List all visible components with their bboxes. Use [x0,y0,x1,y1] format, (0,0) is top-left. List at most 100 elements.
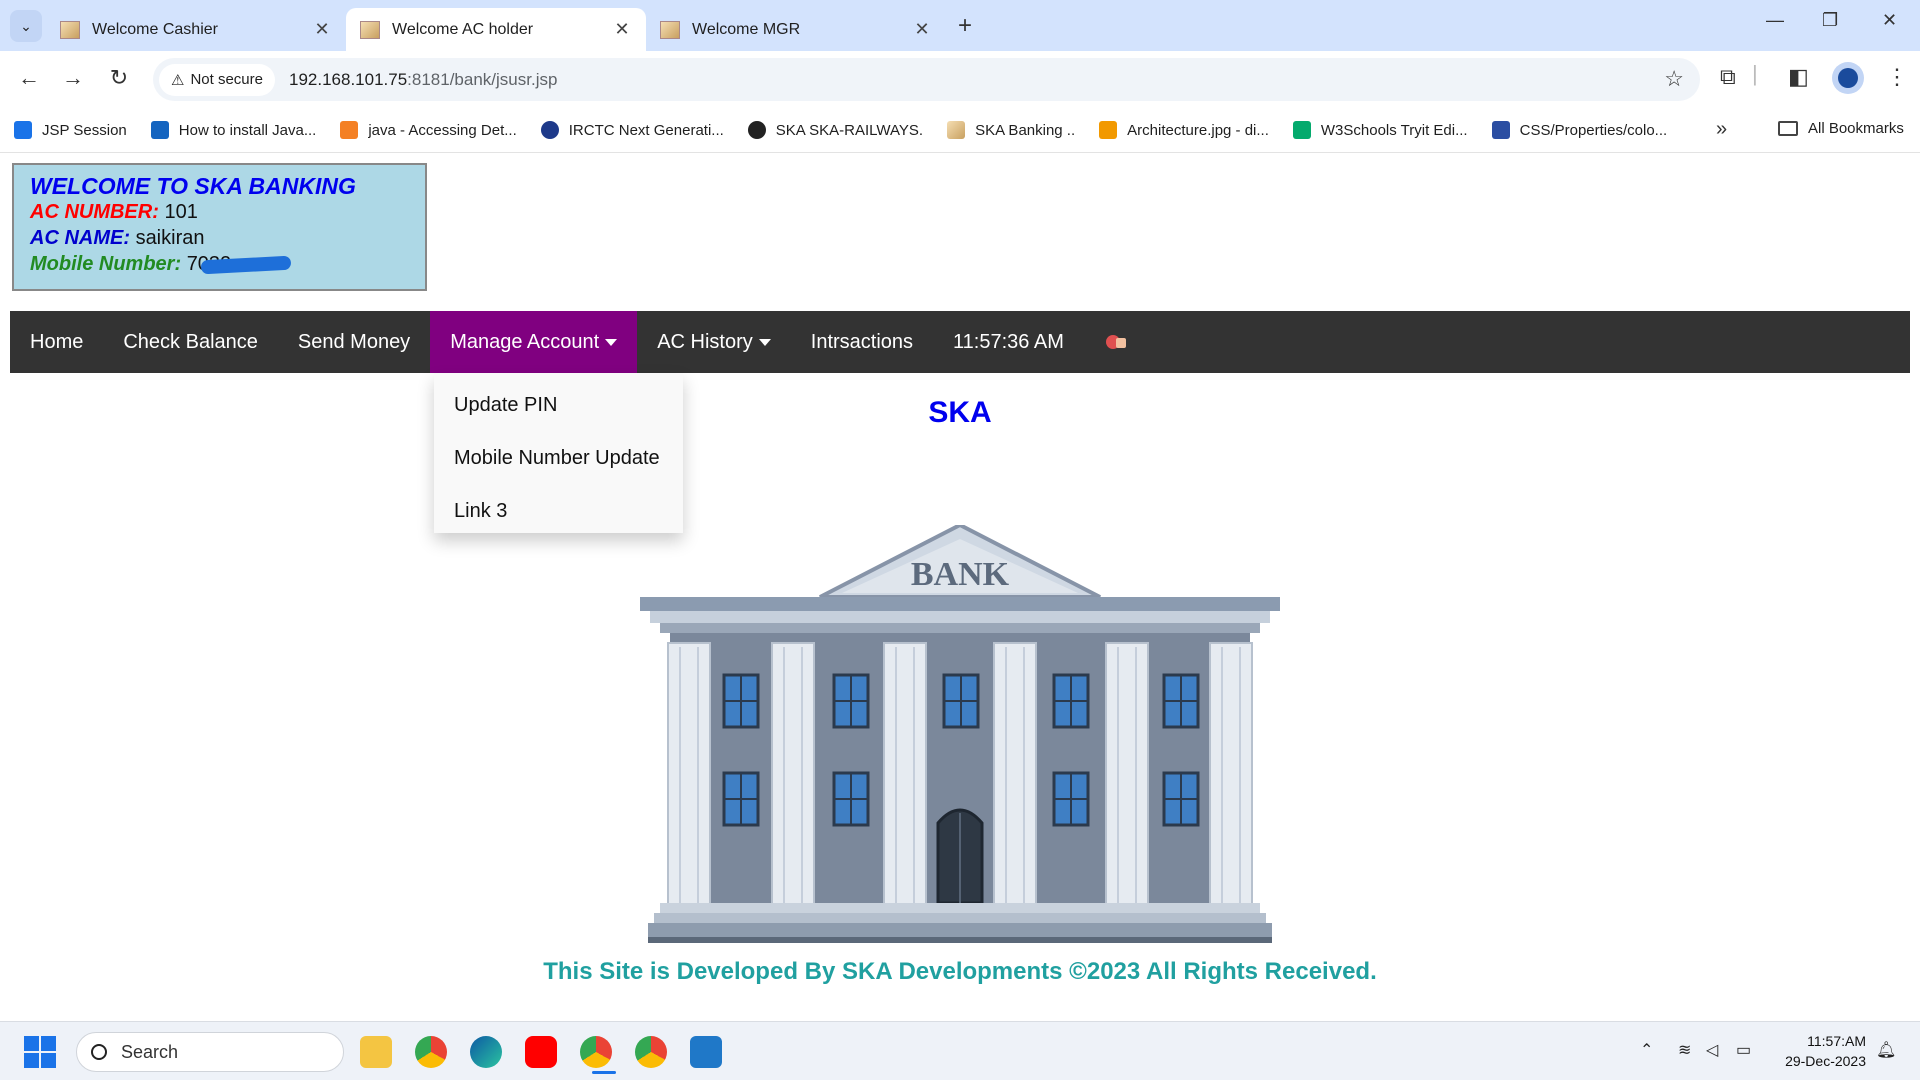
ac-number-value: 101 [164,201,198,223]
bookmark-label: CSS/Properties/colo... [1519,121,1668,139]
url-host: 192.168.101.75 [289,69,408,89]
menu-kebab-icon[interactable]: ⋮ [1886,64,1908,90]
all-bookmarks-label: All Bookmarks [1808,120,1904,137]
welcome-title: WELCOME TO SKA BANKING [30,173,356,199]
chrome-icon[interactable] [415,1036,447,1068]
bookmark-label: W3Schools Tryit Edi... [1320,121,1468,139]
bookmark-w3schools-tryit[interactable]: W3Schools Tryit Edi... [1292,121,1468,139]
ac-number-row: AC NUMBER: 101 [30,199,409,225]
chrome-profile-icon[interactable] [580,1036,612,1068]
bookmark-label: IRCTC Next Generati... [568,121,724,139]
bookmark-how-to-install-java[interactable]: How to install Java... [150,121,317,139]
bookmark-jsp-session[interactable]: JSP Session [14,121,127,139]
warning-triangle-icon: ⚠ [171,71,185,89]
nav-intrsactions[interactable]: Intrsactions [791,311,933,373]
youtube-icon[interactable] [525,1036,557,1068]
bookmarks-bar: JSP Session How to install Java... java … [0,108,1920,153]
active-app-indicator [592,1071,616,1074]
taskbar-clock[interactable]: 11:57:AM 29-Dec-2023 [1770,1031,1866,1071]
side-panel-icon[interactable]: ◧ [1788,64,1809,90]
tab-label: Welcome Cashier [92,20,218,38]
bookmark-star-icon[interactable]: ☆ [1664,66,1684,92]
bookmark-java-accessing[interactable]: java - Accessing Det... [340,121,517,139]
notepad-icon[interactable] [690,1036,722,1068]
bookmark-favicon-icon [14,121,32,139]
url-text[interactable]: 192.168.101.75:8181/bank/jsusr.jsp [289,70,557,90]
profile-avatar[interactable] [1832,62,1864,94]
file-explorer-icon[interactable] [360,1036,392,1068]
avatar-icon [1838,68,1858,88]
bookmark-irctc[interactable]: IRCTC Next Generati... [540,121,724,139]
taskbar-search[interactable]: Search [76,1032,344,1072]
bookmark-favicon-icon [540,121,559,139]
nav-manage-account[interactable]: Manage Account [430,311,638,373]
extensions-icon[interactable]: ⧉ [1720,64,1736,90]
security-chip[interactable]: ⚠ Not secure [159,63,275,96]
ac-name-value: saikiran [135,227,205,249]
notification-bell-icon[interactable]: 🔔︎ [1876,1040,1896,1060]
window-close-icon[interactable]: ✕ [1882,10,1897,31]
account-info-box: WELCOME TO SKA BANKING AC NUMBER: 101 AC… [12,163,427,291]
browser-toolbar: ← → ↻ ⚠ Not secure 192.168.101.75:8181/b… [0,51,1920,108]
minimize-icon[interactable]: — [1766,10,1784,31]
new-tab-button[interactable]: + [958,12,972,40]
all-bookmarks-button[interactable]: All Bookmarks [1778,120,1904,137]
ac-name-row: AC NAME: saikiran [30,225,409,251]
bookmark-ska-railways[interactable]: SKA SKA-RAILWAYS. [747,121,923,139]
back-arrow-icon[interactable]: ← [14,65,44,91]
nav-logout[interactable] [1084,311,1148,373]
page-content: WELCOME TO SKA BANKING AC NUMBER: 101 AC… [0,153,1920,1021]
windows-start-icon[interactable] [24,1036,56,1068]
close-icon[interactable]: ✕ [312,19,332,40]
tab-label: Welcome MGR [692,20,801,38]
edge-icon[interactable] [470,1036,502,1068]
bookmark-favicon-icon [1491,121,1510,139]
taskbar-search-label: Search [121,1041,179,1062]
tab-search-button[interactable]: ⌄ [10,10,42,42]
mobile-row: Mobile Number: 7032 [30,251,409,277]
ska-banking-favicon-icon [360,20,380,39]
tab-welcome-cashier[interactable]: Welcome Cashier ✕ [46,8,346,51]
nav-ac-history[interactable]: AC History [637,311,791,373]
security-chip-label: Not secure [190,71,263,88]
caret-down-icon [605,338,618,346]
ska-banking-favicon-icon [660,20,680,39]
volume-icon[interactable]: ◁ [1706,1040,1718,1060]
bookmark-css-properties[interactable]: CSS/Properties/colo... [1491,121,1668,139]
bookmark-favicon-icon [1099,121,1118,139]
bookmark-label: SKA Banking .. [975,121,1076,139]
nav-check-balance[interactable]: Check Balance [103,311,278,373]
nav-home[interactable]: Home [10,311,103,373]
tab-welcome-mgr[interactable]: Welcome MGR ✕ [646,8,946,51]
bookmark-favicon-icon [340,121,359,139]
chrome-second-profile-icon[interactable] [635,1036,667,1068]
tab-label: Welcome AC holder [392,20,534,38]
folder-icon [1778,121,1798,136]
close-icon[interactable]: ✕ [912,19,932,40]
tab-welcome-ac-holder[interactable]: Welcome AC holder ✕ [346,8,646,51]
close-icon[interactable]: ✕ [612,19,632,40]
wifi-icon[interactable]: ≋ [1678,1040,1691,1060]
bookmark-ska-banking[interactable]: SKA Banking .. [947,121,1075,139]
chevron-down-icon: ⌄ [20,17,32,34]
chevron-up-icon[interactable]: ⌃ [1640,1040,1653,1060]
battery-icon[interactable]: ▭ [1736,1040,1751,1060]
toolbar-divider: | [1752,61,1758,86]
bookmark-label: How to install Java... [178,121,317,139]
reload-icon[interactable]: ↻ [104,65,134,91]
windows-taskbar: Search ⌃ ≋ ◁ ▭ 11:57:AM 29-Dec-2023 🔔︎ [0,1021,1920,1080]
forward-arrow-icon[interactable]: → [58,65,88,91]
bookmark-label: JSP Session [42,121,127,139]
bookmark-favicon-icon [947,121,966,139]
logout-icon [1104,332,1128,352]
taskbar-time: 11:57:AM [1807,1033,1866,1049]
bookmarks-overflow-icon[interactable]: » [1716,118,1727,141]
dropdown-mobile-number-update[interactable]: Mobile Number Update [434,432,683,485]
search-icon [91,1044,107,1060]
address-bar[interactable]: ⚠ Not secure 192.168.101.75:8181/bank/js… [153,58,1700,101]
nav-ac-history-label: AC History [657,330,753,353]
bookmark-architecture[interactable]: Architecture.jpg - di... [1099,121,1269,139]
nav-send-money[interactable]: Send Money [278,311,430,373]
restore-icon[interactable]: ❐ [1822,10,1838,31]
nav-clock: 11:57:36 AM [953,330,1064,353]
